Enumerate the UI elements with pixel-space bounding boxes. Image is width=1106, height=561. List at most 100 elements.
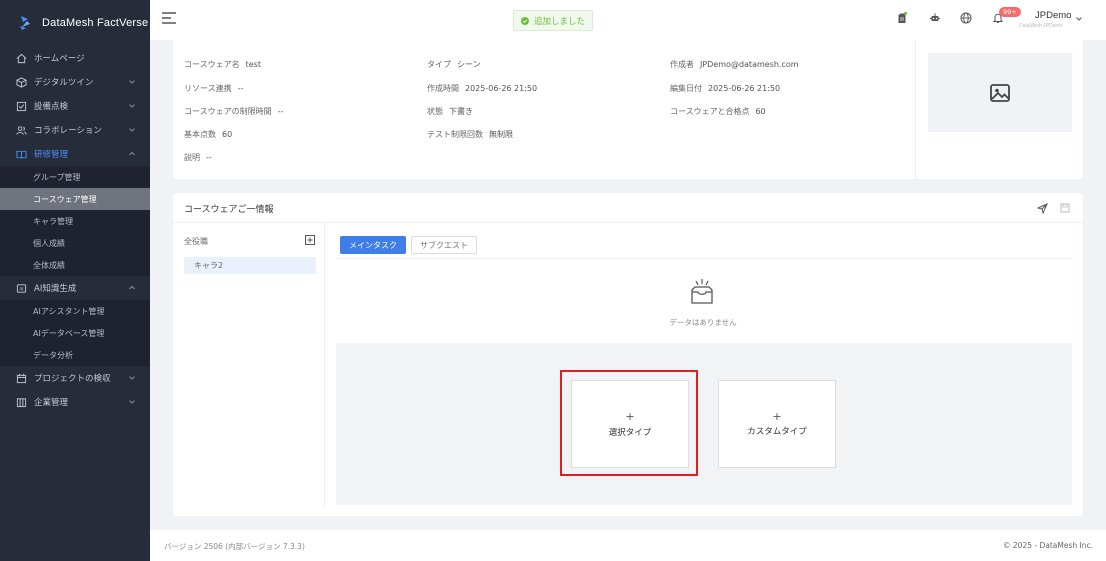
top-header: 追加しました 99+ JPDemo DataMesh JPDemo [150, 0, 1106, 40]
cover-image-placeholder[interactable] [928, 53, 1072, 132]
field-label: テスト制限回数 [427, 130, 483, 139]
version-text: バージョン 2506 (内部バージョン 7.3.3) [164, 542, 305, 551]
sidebar-subitem-courseware[interactable]: コースウェア管理 [0, 188, 150, 210]
field-value: 2025-06-26 21:50 [465, 84, 538, 93]
field-label: コースウェアの制限時間 [184, 107, 272, 116]
sidebar-item-project-acceptance[interactable]: プロジェクトの検収 [0, 366, 150, 390]
user-name[interactable]: JPDemo [1035, 10, 1071, 21]
field-attempts: テスト制限回数 無制限 [427, 129, 513, 140]
sidebar-subitem-character[interactable]: キャラ管理 [0, 210, 150, 232]
chevron-down-icon [129, 128, 135, 132]
field-pass-score: コースウェアと合格点 60 [670, 106, 766, 117]
field-label: 編集日付 [670, 84, 702, 93]
sidebar-item-ai-knowledge[interactable]: AI AI知識生成 [0, 276, 150, 300]
chevron-down-icon [129, 376, 135, 380]
logo-icon [20, 16, 30, 30]
chevron-up-icon [129, 285, 135, 290]
toast-text: 追加しました [533, 16, 585, 27]
field-label: リソース連携 [184, 84, 232, 93]
save-icon[interactable] [1060, 203, 1070, 213]
notification-badge: 99+ [999, 7, 1021, 17]
field-label: コースウェアと合格点 [670, 107, 750, 116]
empty-inbox-icon [691, 279, 713, 304]
field-author: 作成者 JPDemo@datamesh.com [670, 59, 799, 70]
sidebar-subitem-personal-score[interactable]: 個人成績 [0, 232, 150, 254]
field-value: JPDemo@datamesh.com [700, 60, 799, 69]
book-icon [16, 150, 27, 159]
home-icon [16, 53, 27, 63]
tab-divider [336, 258, 1071, 259]
ai-icon: AI [16, 283, 27, 293]
sidebar-item-training[interactable]: 研修管理 [0, 142, 150, 166]
role-list-item[interactable]: キャラ2 [184, 257, 316, 274]
tab-sub-quest[interactable]: サブクエスト [411, 236, 477, 254]
sidebar-subitem-data-analysis[interactable]: データ分析 [0, 344, 150, 366]
sidebar-item-inspection[interactable]: 設備点検 [0, 94, 150, 118]
field-label: 基本点数 [184, 130, 216, 139]
empty-state-text: データはありません [669, 318, 737, 327]
field-value: シーン [457, 60, 481, 69]
field-time-limit: コースウェアの制限時間 -- [184, 106, 283, 117]
sidebar-menu-3: プロジェクトの検収 企業管理 [0, 366, 150, 414]
cube-icon [16, 76, 27, 88]
building-icon [16, 397, 27, 407]
globe-icon[interactable] [960, 12, 972, 24]
brand[interactable]: DataMesh FactVerse [0, 0, 150, 46]
sidebar-subitem-group[interactable]: グループ管理 [0, 166, 150, 188]
sidebar: DataMesh FactVerse ホームページ デジタルツイン 設備点検 コ… [0, 0, 150, 561]
robot-icon[interactable] [929, 12, 941, 24]
checklist-icon [16, 101, 27, 111]
field-description: 説明 -- [184, 152, 212, 163]
field-value: 下書き [449, 107, 473, 116]
field-value: 2025-06-26 21:50 [708, 84, 781, 93]
image-icon [990, 83, 1010, 102]
sidebar-item-enterprise[interactable]: 企業管理 [0, 390, 150, 414]
sidebar-menu: ホームページ デジタルツイン 設備点検 コラボレーション 研修管理 [0, 46, 150, 166]
menu-toggle-icon[interactable] [162, 12, 176, 24]
sidebar-menu-2: AI AI知識生成 [0, 276, 150, 300]
check-circle-icon [520, 16, 529, 25]
sidebar-item-collaboration[interactable]: コラボレーション [0, 118, 150, 142]
sidebar-item-label: 設備点検 [34, 102, 69, 112]
field-value: 60 [755, 107, 766, 116]
field-value: -- [277, 107, 284, 116]
task-type-area: + 選択タイプ + カスタムタイプ [336, 343, 1072, 505]
sidebar-item-home[interactable]: ホームページ [0, 46, 150, 70]
field-created: 作成時間 2025-06-26 21:50 [427, 83, 537, 94]
footer: バージョン 2506 (内部バージョン 7.3.3) © 2025 - Data… [150, 530, 1106, 561]
custom-type-button[interactable]: + カスタムタイプ [718, 380, 836, 468]
users-icon [16, 125, 27, 135]
sidebar-item-label: AI知識生成 [34, 284, 77, 294]
tab-main-task[interactable]: メインタスク [340, 236, 406, 254]
chevron-up-icon [129, 151, 135, 156]
highlight-box [560, 370, 698, 476]
training-submenu: グループ管理 コースウェア管理 キャラ管理 個人成績 全体成績 [0, 166, 150, 276]
sidebar-item-digital-twin[interactable]: デジタルツイン [0, 70, 150, 94]
clipboard-icon[interactable] [896, 12, 908, 24]
success-toast: 追加しました [513, 10, 593, 31]
field-status: 状態 下書き [427, 106, 473, 117]
add-role-icon[interactable] [305, 235, 315, 245]
field-value: -- [206, 153, 212, 162]
field-value: 無制限 [489, 130, 513, 139]
chevron-down-icon [129, 80, 135, 84]
info-divider [915, 40, 916, 179]
field-label: 説明 [184, 153, 200, 162]
send-icon[interactable] [1037, 203, 1048, 214]
field-label: タイプ [427, 60, 451, 69]
sidebar-subitem-overall-score[interactable]: 全体成績 [0, 254, 150, 276]
sidebar-item-label: プロジェクトの検収 [34, 374, 111, 384]
roles-header: 全役職 [184, 237, 208, 246]
chevron-down-icon [129, 400, 135, 404]
chevron-down-icon[interactable] [1075, 15, 1083, 23]
field-name: コースウェア名 test [184, 59, 261, 70]
field-resource: リソース連携 -- [184, 83, 243, 94]
custom-type-label: カスタムタイプ [747, 426, 807, 437]
sidebar-subitem-ai-assistant[interactable]: AIアシスタント管理 [0, 300, 150, 322]
field-value: -- [237, 84, 244, 93]
brand-name: DataMesh FactVerse [42, 17, 149, 29]
sidebar-subitem-ai-database[interactable]: AIデータベース管理 [0, 322, 150, 344]
field-label: 作成時間 [427, 84, 459, 93]
field-type: タイプ シーン [427, 59, 481, 70]
svg-text:AI: AI [19, 286, 23, 291]
